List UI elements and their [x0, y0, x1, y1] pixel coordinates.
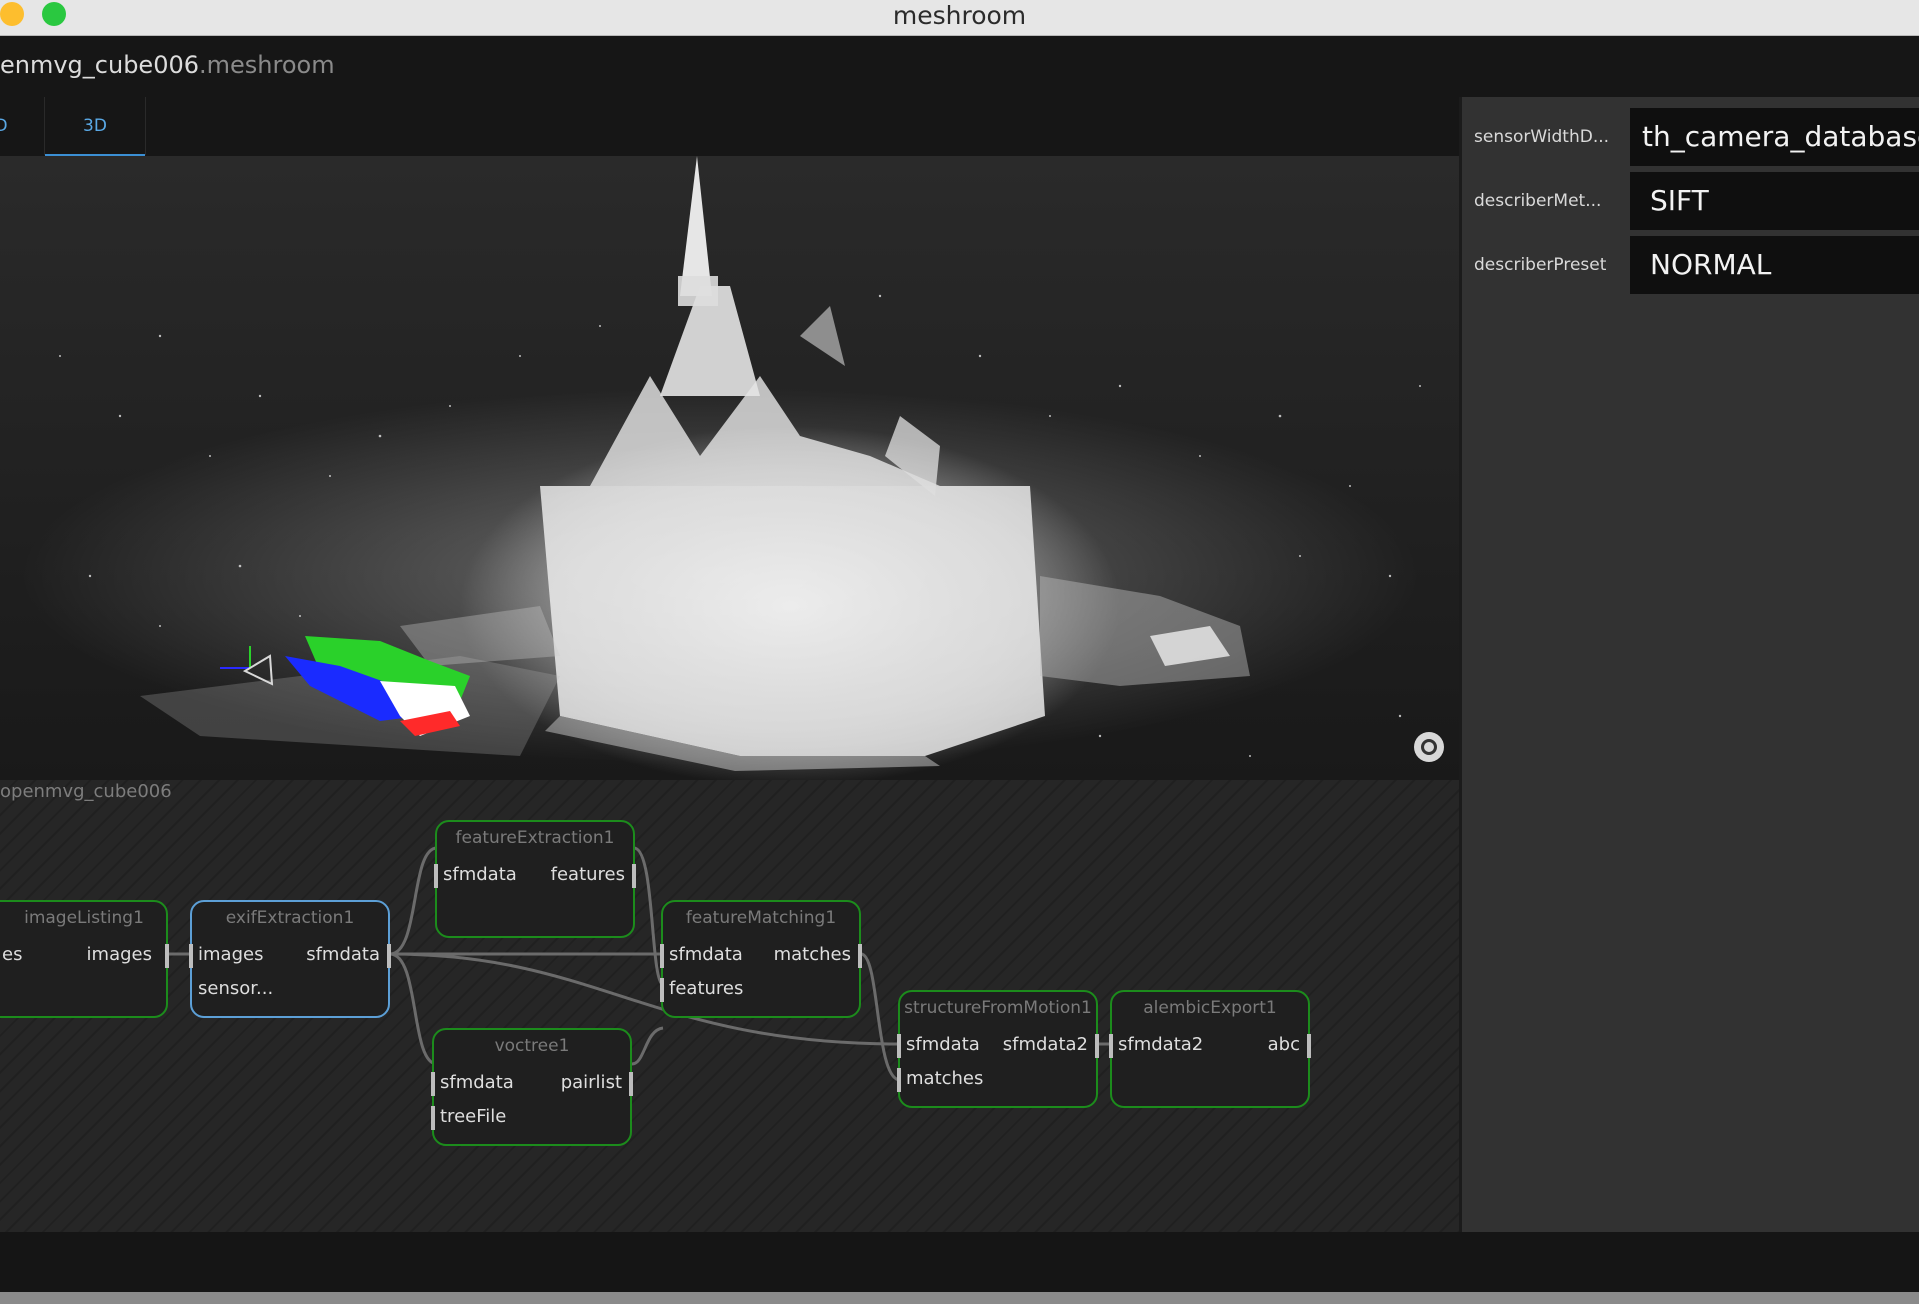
tab-divider	[145, 97, 146, 155]
input-attr: sfmdata	[669, 944, 743, 965]
output-port[interactable]	[1307, 1034, 1311, 1058]
node-title: structureFromMotion1	[904, 998, 1092, 1018]
param-label-describer-preset: describerPreset	[1474, 255, 1607, 275]
target-icon-inner	[1421, 739, 1437, 755]
output-port[interactable]	[165, 944, 169, 968]
tab-2d[interactable]: D	[0, 97, 16, 156]
param-value: NORMAL	[1650, 248, 1772, 281]
window-bottom-edge	[0, 1292, 1919, 1304]
project-name: enmvg_cube006	[0, 51, 200, 79]
node-title: featureExtraction1	[455, 828, 615, 848]
output-port[interactable]	[629, 1072, 633, 1096]
tab-divider	[44, 97, 45, 155]
output-attr: sfmdata2	[1002, 1034, 1088, 1055]
input-attr: features	[669, 978, 744, 999]
output-attr: features	[550, 864, 625, 885]
output-attr: pairlist	[560, 1072, 622, 1093]
input-port[interactable]	[1109, 1034, 1113, 1058]
input-attr: sfmdata2	[1118, 1034, 1204, 1055]
input-attr: treeFile	[440, 1106, 507, 1127]
output-attr: matches	[773, 944, 851, 965]
node-feature-extraction[interactable]: featureExtraction1 sfmdata features	[434, 820, 636, 938]
node-title: voctree1	[494, 1036, 570, 1056]
node-structure-from-motion[interactable]: structureFromMotion1 sfmdata matches sfm…	[897, 990, 1099, 1108]
output-attr: sfmdata	[306, 944, 380, 965]
output-port[interactable]	[858, 944, 862, 968]
input-port[interactable]	[431, 1072, 435, 1096]
input-port[interactable]	[660, 978, 664, 1002]
node-image-listing[interactable]: imageListing1 es images	[0, 900, 169, 1018]
3d-viewport[interactable]	[0, 156, 1459, 780]
point-cloud	[20, 156, 1421, 780]
project-extension: .meshroom	[199, 51, 335, 79]
output-port[interactable]	[1095, 1034, 1099, 1058]
input-port[interactable]	[431, 1106, 435, 1130]
node-title: exifExtraction1	[225, 908, 355, 928]
input-attr: sfmdata	[440, 1072, 514, 1093]
input-attr: images	[198, 944, 264, 965]
node-voctree[interactable]: voctree1 sfmdata treeFile pairlist	[431, 1028, 633, 1146]
input-port[interactable]	[897, 1034, 901, 1058]
window-title: meshroom	[892, 1, 1027, 30]
output-port[interactable]	[632, 864, 636, 888]
output-attr: abc	[1267, 1034, 1300, 1055]
input-attr: sensor...	[198, 978, 274, 999]
input-attr: matches	[906, 1068, 984, 1089]
input-attr: sfmdata	[906, 1034, 980, 1055]
input-attr: sfmdata	[443, 864, 517, 885]
project-title: enmvg_cube006.meshroom	[0, 51, 335, 79]
output-port[interactable]	[387, 944, 391, 968]
node-exif-extraction[interactable]: exifExtraction1 images sensor... sfmdata	[189, 900, 391, 1018]
tab-3d[interactable]: 3D	[45, 97, 145, 156]
describer-method-select[interactable]: SIFT	[1630, 172, 1919, 230]
input-port[interactable]	[434, 864, 438, 888]
node-title: alembicExport1	[1143, 998, 1277, 1018]
output-attr: images	[86, 944, 152, 965]
input-attr: es	[2, 944, 23, 965]
node-alembic-export[interactable]: alembicExport1 sfmdata2 abc	[1109, 990, 1311, 1108]
param-value: th_camera_database.t	[1642, 120, 1919, 153]
sensor-width-field[interactable]: th_camera_database.t	[1630, 108, 1919, 166]
node-title: imageListing1	[24, 908, 144, 928]
node-feature-matching[interactable]: featureMatching1 sfmdata features matche…	[660, 900, 862, 1018]
param-label-describer-method: describerMet...	[1474, 191, 1602, 211]
viewer-tabs: D 3D	[0, 97, 1462, 156]
status-bar	[0, 1232, 1919, 1292]
param-value: SIFT	[1650, 184, 1709, 217]
describer-preset-select[interactable]: NORMAL	[1630, 236, 1919, 294]
param-label-sensor-width: sensorWidthD...	[1474, 127, 1610, 147]
input-port[interactable]	[660, 944, 664, 968]
node-title: featureMatching1	[685, 908, 837, 928]
input-port[interactable]	[897, 1068, 901, 1092]
input-port[interactable]	[189, 944, 193, 968]
